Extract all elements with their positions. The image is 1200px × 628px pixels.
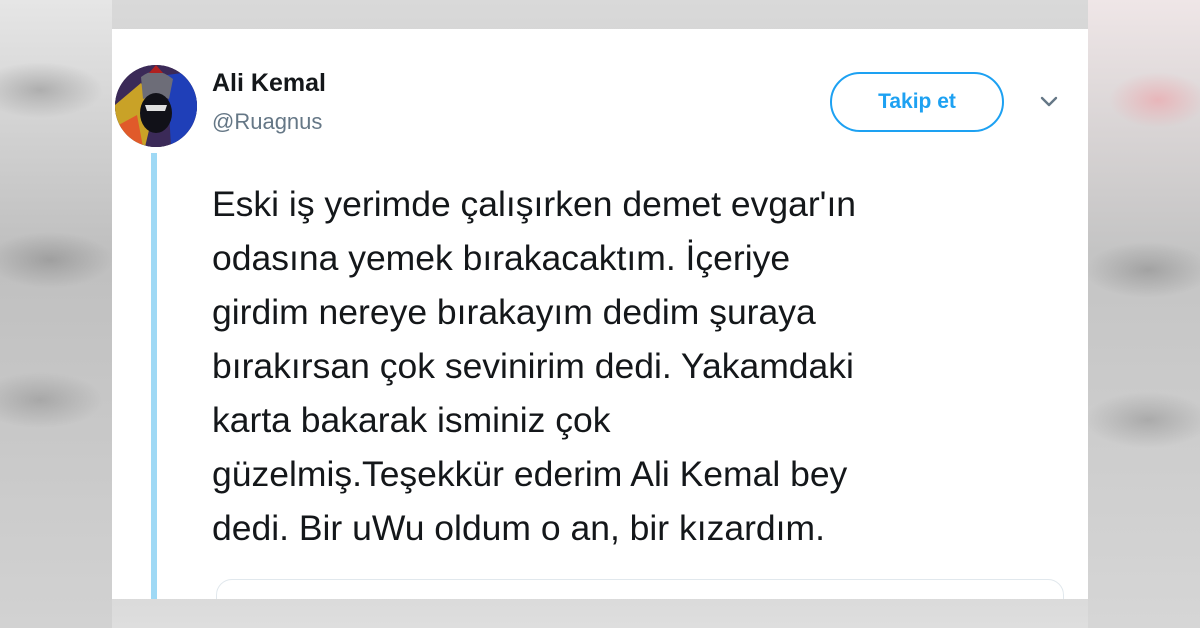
follow-button[interactable]: Takip et: [830, 72, 1004, 132]
avatar[interactable]: [115, 65, 197, 147]
tweet-card: Ali Kemal @Ruagnus Takip et Eski iş yeri…: [112, 29, 1088, 599]
quoted-tweet-card[interactable]: [216, 579, 1064, 599]
author-handle[interactable]: @Ruagnus: [212, 109, 322, 135]
background-blur-left: [0, 0, 112, 628]
tweet-text: Eski iş yerimde çalışırken demet evgar'ı…: [212, 184, 857, 548]
chevron-down-icon[interactable]: [1038, 91, 1060, 113]
author-name[interactable]: Ali Kemal: [212, 69, 326, 98]
thread-line: [151, 153, 157, 599]
avatar-image: [115, 65, 197, 147]
background-blur-right: [1088, 0, 1200, 628]
